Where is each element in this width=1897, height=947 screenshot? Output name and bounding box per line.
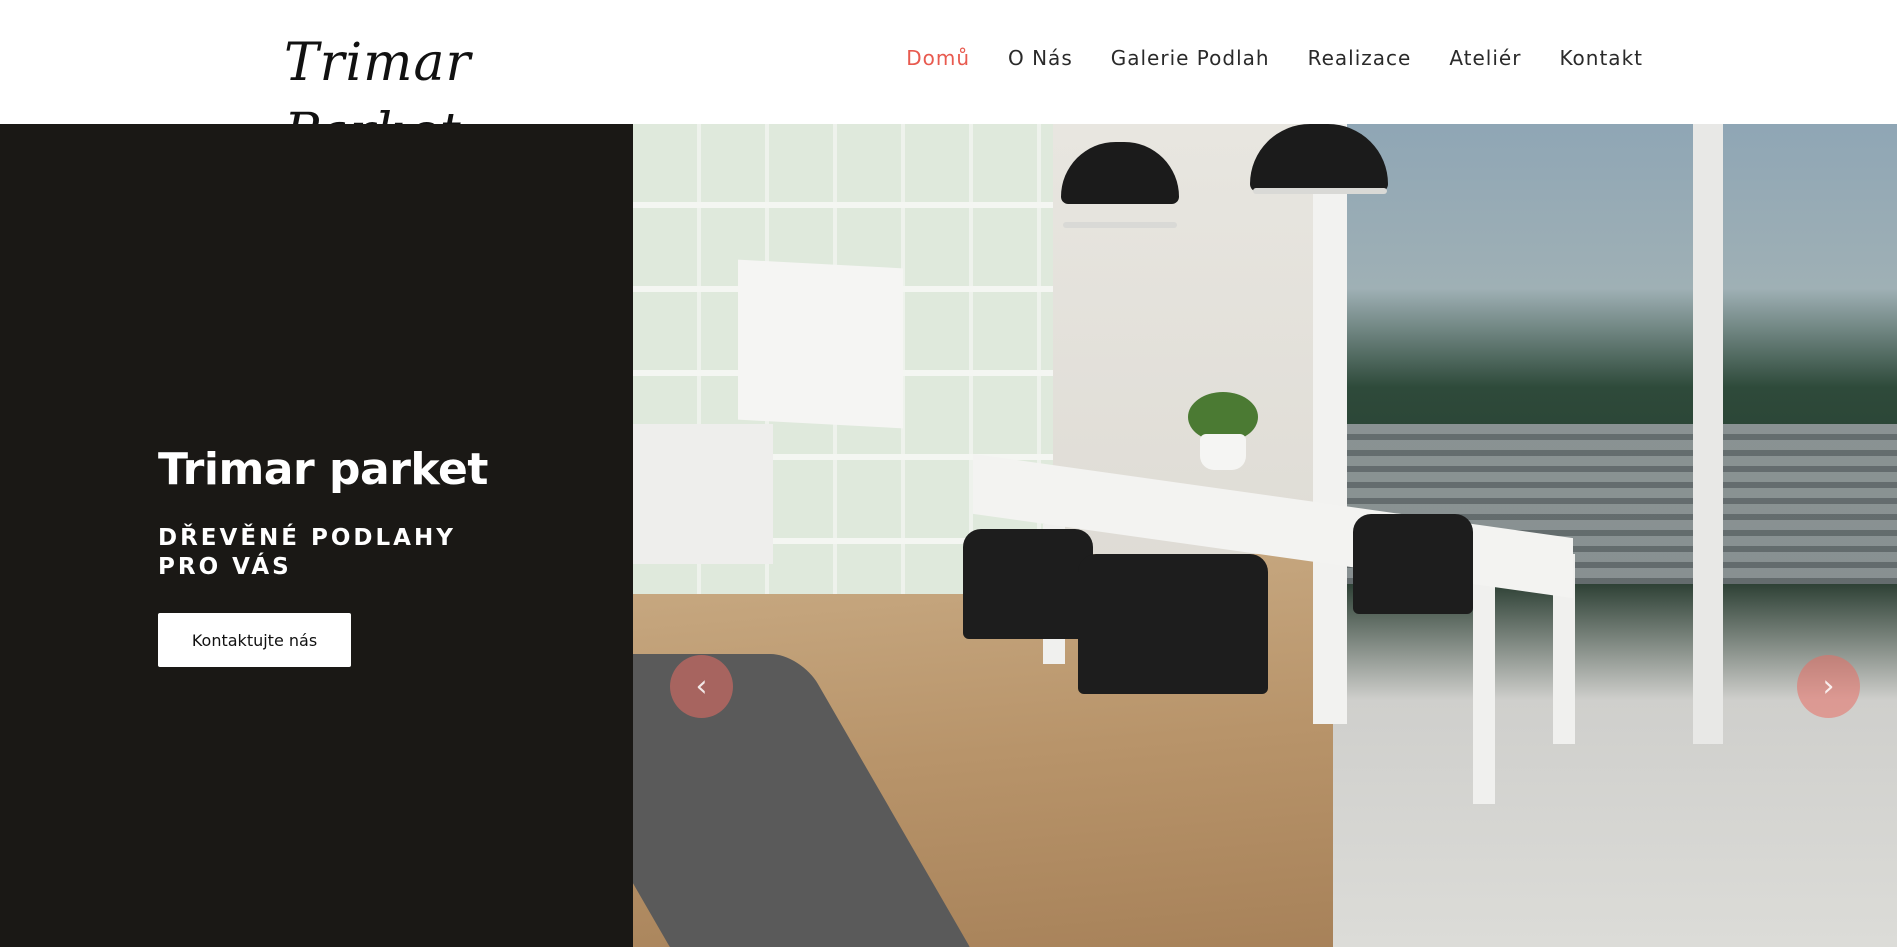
hero-text-panel: Trimar parket DŘEVĚNÉ PODLAHY PRO VÁS Ko… (0, 124, 633, 947)
photo-window-frame (1693, 124, 1723, 744)
hero-subtitle-line1: DŘEVĚNÉ PODLAHY (158, 525, 456, 551)
chevron-left-icon: ‹ (695, 668, 708, 704)
photo-window-frame (1313, 124, 1347, 724)
photo-shelf-cabinet (633, 424, 773, 564)
slider-prev-button[interactable]: ‹ (670, 655, 733, 718)
nav-item-galerie-podlah[interactable]: Galerie Podlah (1111, 46, 1270, 70)
hero-image (633, 124, 1897, 947)
nav-item-o-nas[interactable]: O Nás (1008, 46, 1073, 70)
nav-item-kontakt[interactable]: Kontakt (1559, 46, 1643, 70)
slider-next-button[interactable]: › (1797, 655, 1860, 718)
hero-subtitle-line2: PRO VÁS (158, 554, 292, 580)
photo-chair (963, 529, 1093, 639)
photo-chair (1078, 554, 1268, 694)
nav-item-realizace[interactable]: Realizace (1308, 46, 1412, 70)
chevron-right-icon: › (1822, 668, 1835, 704)
hero-title: Trimar parket (158, 444, 488, 495)
photo-chair (1353, 514, 1473, 614)
photo-table-leg (1473, 574, 1495, 804)
logo[interactable]: Trimar Parket (284, 28, 614, 163)
nav-item-atelier[interactable]: Ateliér (1449, 46, 1521, 70)
photo-plant-pot (1200, 434, 1246, 470)
main-nav: Domů O Nás Galerie Podlah Realizace Atel… (906, 46, 1643, 70)
hero-slider: Trimar parket DŘEVĚNÉ PODLAHY PRO VÁS Ko… (0, 124, 1897, 947)
photo-shelf-panel (738, 259, 903, 429)
photo-lamp-rim (1253, 188, 1387, 194)
hero-subtitle: DŘEVĚNÉ PODLAHY PRO VÁS (158, 524, 488, 582)
photo-lamp-rim (1063, 222, 1177, 228)
nav-item-domu[interactable]: Domů (906, 46, 970, 70)
site-header: Trimar Parket Domů O Nás Galerie Podlah … (0, 0, 1897, 163)
contact-button[interactable]: Kontaktujte nás (158, 613, 351, 667)
